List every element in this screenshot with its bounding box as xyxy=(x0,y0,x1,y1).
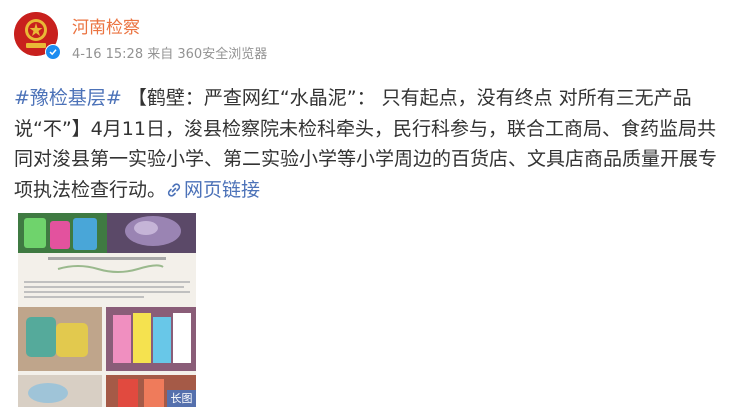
post-body: #豫检基层# 【鹤壁：严查网红“水晶泥”： 只有起点，没有终点 对所有三无产品说… xyxy=(14,83,729,205)
verified-badge-icon xyxy=(45,44,61,60)
long-image-thumbnail xyxy=(18,213,196,407)
post-meta: 4-16 15:28 来自 360安全浏览器 xyxy=(72,43,267,62)
link-icon xyxy=(167,182,181,197)
post-timestamp[interactable]: 4-16 15:28 xyxy=(72,47,143,62)
post-source: 来自 360安全浏览器 xyxy=(147,47,268,62)
hashtag-link[interactable]: #豫检基层# xyxy=(14,87,122,109)
post-long-image[interactable]: 长图 xyxy=(18,213,196,407)
web-link[interactable]: 网页链接 xyxy=(166,179,260,201)
author-name[interactable]: 河南检察 xyxy=(72,13,140,38)
web-link-label: 网页链接 xyxy=(184,178,261,201)
long-image-badge: 长图 xyxy=(167,390,196,407)
